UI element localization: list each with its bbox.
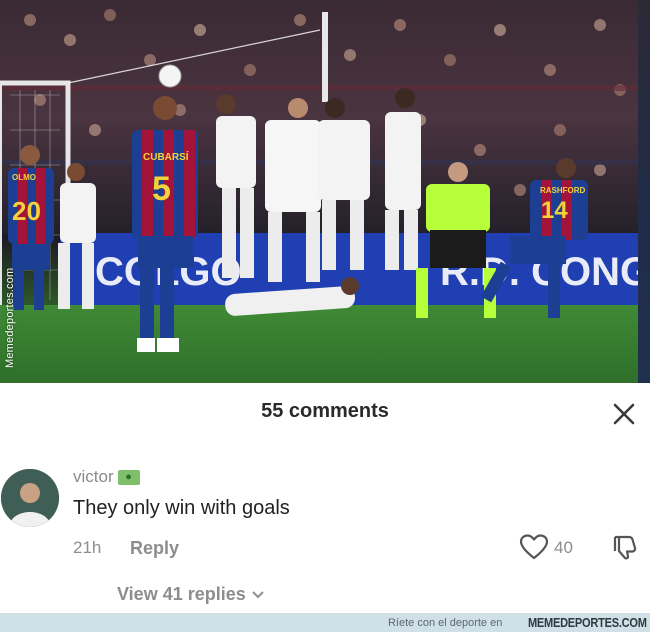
thumbs-down-icon: [613, 535, 637, 560]
avatar-photo: [1, 469, 59, 527]
watermark: Memedeportes.com: [4, 267, 16, 369]
footer-credit[interactable]: Ríete con el deporte en MEMEDEPORTES.COM: [388, 614, 647, 631]
brazil-flag-icon: ●: [117, 469, 140, 485]
jersey-5-number: 5: [152, 170, 171, 208]
dislike-button[interactable]: [611, 533, 639, 561]
footer-tagline: Ríete con el deporte en: [387, 616, 503, 629]
view-replies-label: View 41 replies: [117, 584, 246, 604]
like-button[interactable]: [519, 533, 549, 561]
comment-text: They only win with goals: [73, 497, 290, 519]
footer-bar: Ríete con el deporte en MEMEDEPORTES.COM: [0, 613, 650, 632]
username-text: victor: [73, 467, 114, 486]
view-replies-button[interactable]: View 41 replies: [117, 584, 265, 605]
heart-icon: [519, 534, 549, 560]
jersey-5-name: CUBARSÍ: [143, 150, 189, 163]
comment-timestamp: 21h: [73, 538, 102, 557]
comments-title: 55 comments: [261, 400, 389, 422]
chevron-down-icon: [252, 590, 264, 598]
pitch: [0, 305, 638, 383]
comments-panel: 55 comments victor ● They only win with …: [0, 383, 650, 613]
close-button[interactable]: [611, 401, 637, 427]
jersey-20-name: OLMO: [12, 173, 36, 182]
photo-side-strip: [638, 0, 650, 383]
jersey-20-number: 20: [12, 196, 41, 226]
footer-brand: MEMEDEPORTES.COM: [528, 615, 647, 630]
like-count: 40: [554, 538, 573, 557]
photo-illustration: COLGO R.D. CONG: [0, 0, 638, 383]
jersey-14-name: RASHFORD: [540, 186, 586, 195]
ball-icon: [158, 64, 182, 88]
avatar[interactable]: [1, 469, 59, 527]
close-icon: [613, 403, 635, 425]
jersey-14-number: 14: [541, 197, 568, 224]
comment-username[interactable]: victor ●: [73, 467, 140, 487]
match-photo: COLGO R.D. CONG: [0, 0, 638, 383]
reply-button[interactable]: Reply: [130, 538, 179, 559]
